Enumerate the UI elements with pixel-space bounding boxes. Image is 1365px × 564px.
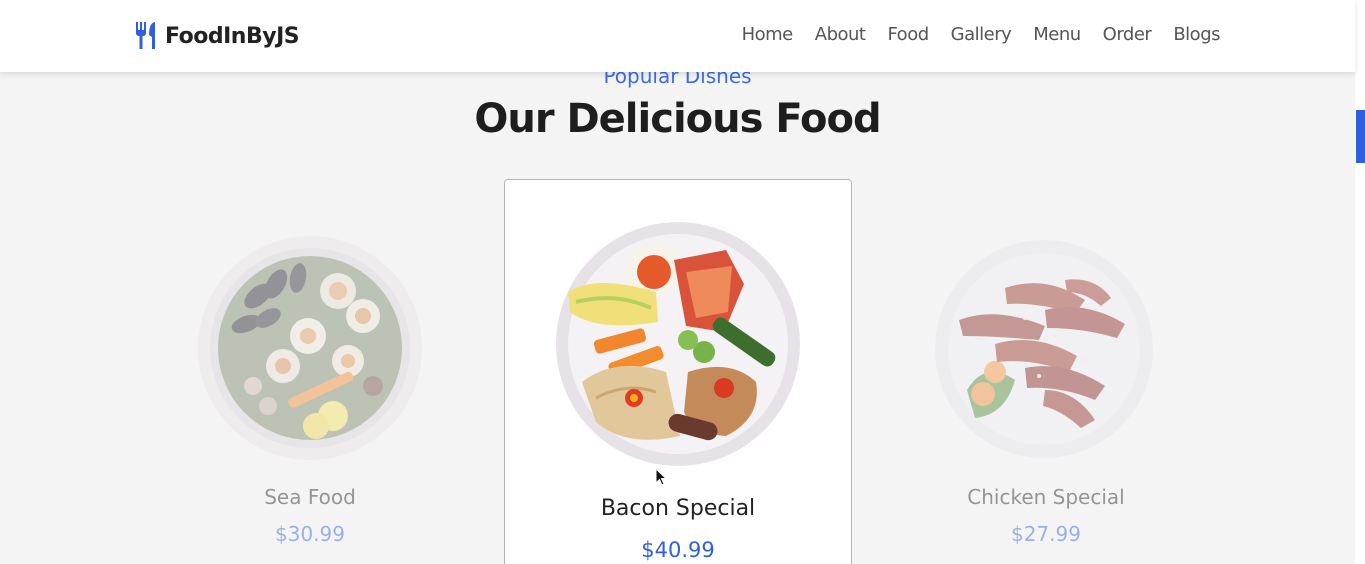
scrollbar-thumb[interactable]: [1356, 110, 1365, 163]
site-header: FoodInByJS Home About Food Gallery Menu …: [0, 0, 1355, 72]
nav-link-gallery[interactable]: Gallery: [951, 24, 1012, 45]
dish-name: Sea Food: [264, 485, 356, 509]
brand-logo[interactable]: FoodInByJS: [134, 22, 300, 50]
dish-price: $30.99: [275, 522, 345, 546]
chicken-special-plate-image: [935, 240, 1153, 458]
bacon-special-plate-image: [556, 222, 800, 466]
dish-card-bacon-special[interactable]: Bacon Special $40.99: [504, 179, 852, 564]
nav-link-about[interactable]: About: [815, 24, 866, 45]
main-nav: Home About Food Gallery Menu Order Blogs: [720, 24, 1221, 45]
section-title: Our Delicious Food: [474, 96, 881, 142]
utensils-icon: [136, 22, 155, 49]
mouse-cursor-icon: [655, 468, 667, 486]
dish-card-sea-food[interactable]: Sea Food $30.99: [136, 180, 484, 564]
dish-name: Chicken Special: [967, 485, 1125, 509]
nav-link-menu[interactable]: Menu: [1033, 24, 1081, 45]
brand-name: FoodInByJS: [165, 23, 300, 49]
nav-link-home[interactable]: Home: [742, 24, 794, 45]
seafood-plate-image: [198, 236, 423, 461]
dish-name: Bacon Special: [600, 496, 756, 521]
dish-card-chicken-special[interactable]: Chicken Special $27.99: [872, 180, 1220, 564]
dish-price: $27.99: [1011, 522, 1081, 546]
scrollbar-track[interactable]: [1355, 0, 1365, 564]
nav-link-blogs[interactable]: Blogs: [1173, 24, 1220, 45]
dish-price: $40.99: [641, 538, 715, 562]
nav-link-order[interactable]: Order: [1103, 24, 1152, 45]
nav-link-food[interactable]: Food: [887, 24, 929, 45]
